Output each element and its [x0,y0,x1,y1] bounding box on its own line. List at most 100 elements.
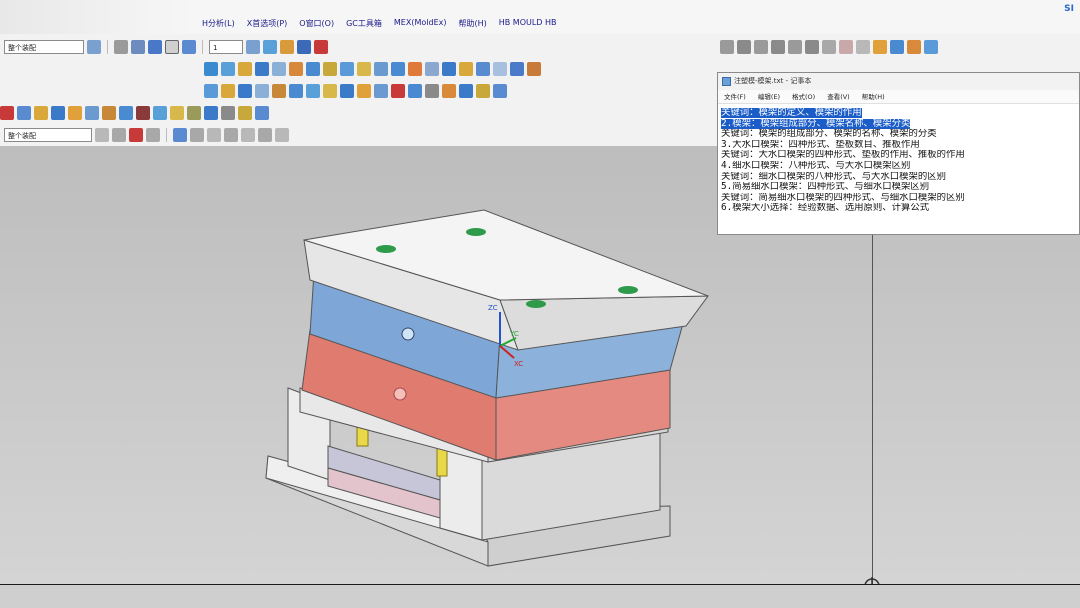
point-snap-icon[interactable] [95,128,109,142]
move-icon[interactable] [51,106,65,120]
menu-toolbox[interactable]: GC工具箱 [346,18,382,29]
menu-moldex[interactable]: MEX(MoldEx) [394,18,447,29]
part-icon[interactable] [221,62,235,76]
menu-preferences[interactable]: X首选项(P) [247,18,288,29]
lock-icon[interactable] [187,106,201,120]
rotate-icon[interactable] [297,40,311,54]
selection-filter-dropdown[interactable]: 整个装配 [4,40,84,54]
orient-icon[interactable] [131,40,145,54]
end-point-icon[interactable] [112,128,126,142]
text-line[interactable]: 关键词：简易细水口模架的四种形式、与细水口模架的区别 [721,193,1076,204]
offset-curve-icon[interactable] [907,40,921,54]
report-icon[interactable] [238,106,252,120]
workpiece-icon[interactable] [255,62,269,76]
arc-icon[interactable] [754,40,768,54]
tangent-icon[interactable] [207,128,221,142]
scale-dropdown[interactable]: 1 [209,40,243,54]
snap-scope-dropdown[interactable]: 整个装配 [4,128,92,142]
notepad-menu-file[interactable]: 文件(F) [724,90,746,103]
unite-icon[interactable] [408,84,422,98]
sub-insert-icon[interactable] [357,62,371,76]
text-line[interactable]: 5.简易细水口模架：四种形式、与细水口模架区别 [721,182,1076,193]
text-line[interactable]: 关键词：模架的组成部分、模架的名称、模架的分类 [721,129,1076,140]
measure-icon[interactable] [34,106,48,120]
arc-center-icon[interactable] [190,128,204,142]
rectangle-icon[interactable] [720,40,734,54]
export-icon[interactable] [255,106,269,120]
delete-face-icon[interactable] [85,106,99,120]
notepad-menu-help[interactable]: 帮助(H) [862,90,885,103]
resize-icon[interactable] [102,106,116,120]
text-line[interactable]: 3.大水口模架：四种形式、垫板数目、推板作用 [721,140,1076,151]
chamfer-icon[interactable] [323,84,337,98]
point-icon[interactable] [805,40,819,54]
view-icon[interactable] [87,40,101,54]
menu-help[interactable]: 帮助(H) [458,18,486,29]
delete-file-icon[interactable] [527,62,541,76]
slider-icon[interactable] [340,62,354,76]
control-point-icon[interactable] [146,128,160,142]
mold-wizard-icon[interactable] [204,62,218,76]
bom-icon[interactable] [476,62,490,76]
notepad-window[interactable]: 注塑模-模架.txt - 记事本 文件(F) 编辑(E) 格式(O) 查看(V)… [717,72,1080,235]
curve-icon[interactable] [822,40,836,54]
intersection-icon[interactable] [173,128,187,142]
shell-icon[interactable] [340,84,354,98]
sketch-settings-icon[interactable] [890,40,904,54]
assembly-icon[interactable] [204,106,218,120]
grid-icon[interactable] [114,40,128,54]
standard-part-icon[interactable] [306,62,320,76]
text-line[interactable]: 2.模架：模架组成部分、模架名称、模架分类 [721,118,1076,130]
pan-icon[interactable] [280,40,294,54]
notepad-title-bar[interactable]: 注塑模-模架.txt - 记事本 [718,73,1079,90]
revolve-icon[interactable] [221,84,235,98]
pad-icon[interactable] [272,84,286,98]
sew-icon[interactable] [0,106,14,120]
sketch-icon[interactable] [425,84,439,98]
list-icon[interactable] [221,106,235,120]
pocket-icon[interactable] [459,62,473,76]
line-icon[interactable] [737,40,751,54]
trim-icon[interactable] [442,62,456,76]
trim-body-icon[interactable] [374,84,388,98]
offset-icon[interactable] [357,84,371,98]
text-line[interactable]: 4.细水口模架：八种形式、与大水口模架区别 [721,161,1076,172]
gate-icon[interactable] [374,62,388,76]
notepad-menu-format[interactable]: 格式(O) [792,90,815,103]
existing-point-icon[interactable] [241,128,255,142]
notepad-menu-view[interactable]: 查看(V) [827,90,850,103]
menu-window[interactable]: O窗口(O) [299,18,334,29]
constraint-icon[interactable] [856,40,870,54]
pocket-feature-icon[interactable] [289,84,303,98]
notepad-text-area[interactable]: 关键词：模架的定义、模架的作用 2.模架：模架组成部分、模架名称、模架分类 关键… [721,108,1076,214]
hole-icon[interactable] [238,84,252,98]
draft-icon[interactable] [493,84,507,98]
text-line[interactable]: 6.模架大小选择：经验数据、选用原则、计算公式 [721,203,1076,214]
dimension-icon[interactable] [839,40,853,54]
text-line[interactable]: 关键词：细水口模架的八种形式、与大水口模架的区别 [721,172,1076,183]
flag-icon[interactable] [136,106,150,120]
finish-sketch-icon[interactable] [873,40,887,54]
pattern-icon[interactable] [459,84,473,98]
fillet-icon[interactable] [788,40,802,54]
extrude-icon[interactable] [204,84,218,98]
menu-analysis[interactable]: H分析(L) [202,18,235,29]
snap-icon[interactable] [246,40,260,54]
notepad-menu-edit[interactable]: 编辑(E) [758,90,780,103]
replace-face-icon[interactable] [68,106,82,120]
cooling-icon[interactable] [408,62,422,76]
patch-icon[interactable] [17,106,31,120]
view-manager-icon[interactable] [510,62,524,76]
layer-icon[interactable] [182,40,196,54]
quadrant-icon[interactable] [224,128,238,142]
mold-base-icon[interactable] [289,62,303,76]
project-icon[interactable] [924,40,938,54]
attribute-icon[interactable] [170,106,184,120]
circle-icon[interactable] [771,40,785,54]
color-swatch-icon[interactable] [165,40,179,54]
point-on-face-icon[interactable] [275,128,289,142]
electrode-icon[interactable] [425,62,439,76]
menu-hb-mould[interactable]: HB MOULD HB [499,18,557,29]
ejector-pin-icon[interactable] [323,62,337,76]
parting-icon[interactable] [272,62,286,76]
